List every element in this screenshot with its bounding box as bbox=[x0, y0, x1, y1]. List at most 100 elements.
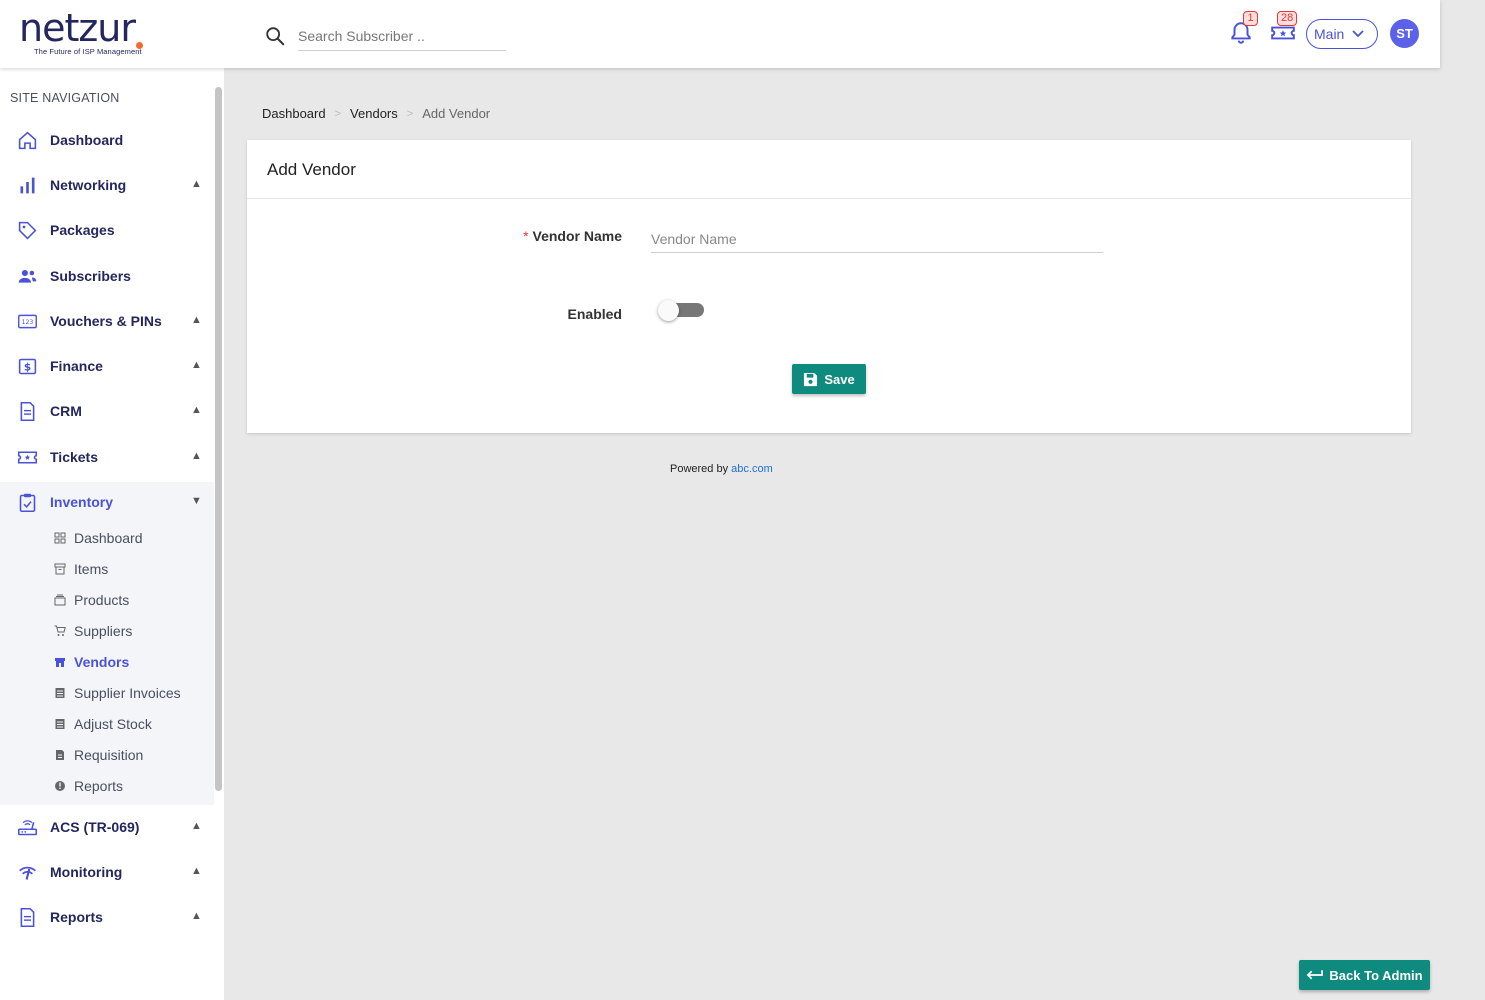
caret-up-icon: ▲ bbox=[191, 910, 202, 922]
workspace-select[interactable]: Main bbox=[1306, 19, 1378, 49]
save-button[interactable]: Save bbox=[792, 364, 866, 394]
caret-up-icon: ▲ bbox=[191, 450, 202, 462]
sidebar-subitem-supplier-invoices[interactable]: Supplier Invoices bbox=[54, 682, 181, 704]
vendor-name-label-text: Vendor Name bbox=[532, 228, 622, 244]
grid-icon bbox=[54, 532, 66, 544]
sidebar-subitem-label: Vendors bbox=[74, 654, 130, 670]
toggle-knob bbox=[658, 300, 679, 321]
page-title: Add Vendor bbox=[267, 160, 356, 179]
invoice-icon bbox=[55, 688, 65, 698]
sidebar-item-label: Networking bbox=[50, 177, 127, 193]
sidebar-subitem-label: Items bbox=[74, 561, 109, 577]
sidebar-item-acs[interactable]: ACS (TR-069) ▲ bbox=[0, 807, 214, 847]
sidebar-item-networking[interactable]: Networking ▲ bbox=[0, 165, 214, 205]
sidebar-item-crm[interactable]: CRM ▲ bbox=[0, 391, 214, 431]
add-vendor-card: Add Vendor *Vendor Name Enabled Save bbox=[247, 140, 1411, 433]
svg-text:$: $ bbox=[24, 361, 31, 373]
footer-link[interactable]: abc.com bbox=[731, 463, 773, 475]
search-input[interactable] bbox=[298, 22, 506, 51]
bar-chart-icon bbox=[20, 177, 35, 194]
required-mark: * bbox=[523, 228, 529, 244]
notifications-button[interactable]: 1 bbox=[1228, 11, 1258, 46]
file-icon bbox=[56, 750, 64, 760]
dollar-icon: $ bbox=[18, 358, 37, 375]
sidebar-subitem-items[interactable]: Items bbox=[54, 558, 108, 580]
breadcrumb-current: Add Vendor bbox=[422, 106, 491, 121]
breadcrumb-separator: > bbox=[406, 107, 414, 120]
breadcrumb-vendors[interactable]: Vendors bbox=[350, 106, 398, 121]
user-avatar[interactable]: ST bbox=[1390, 19, 1419, 48]
tag-icon bbox=[18, 221, 37, 240]
archive-icon bbox=[54, 563, 66, 575]
caret-up-icon: ▲ bbox=[191, 178, 202, 190]
sidebar-heading: SITE NAVIGATION bbox=[10, 91, 120, 105]
card-divider bbox=[247, 198, 1411, 199]
sidebar-subitem-label: Adjust Stock bbox=[74, 716, 152, 732]
sidebar-subitem-label: Suppliers bbox=[74, 623, 133, 639]
sidebar-subitem-requisition[interactable]: Requisition bbox=[54, 744, 143, 766]
search-bar bbox=[264, 22, 506, 51]
breadcrumb: Dashboard > Vendors > Add Vendor bbox=[262, 106, 490, 121]
sidebar-subitem-label: Requisition bbox=[74, 747, 144, 763]
vendor-name-input[interactable] bbox=[651, 226, 1103, 253]
chevron-down-icon bbox=[1352, 30, 1364, 38]
caret-down-icon: ▼ bbox=[191, 495, 202, 507]
breadcrumb-separator: > bbox=[334, 107, 342, 120]
clipboard-check-icon bbox=[19, 493, 36, 513]
sidebar-item-subscribers[interactable]: Subscribers bbox=[0, 256, 214, 296]
sidebar-item-label: Tickets bbox=[50, 449, 98, 465]
sidebar-subitem-label: Reports bbox=[74, 778, 124, 794]
sidebar-subitem-reports[interactable]: Reports bbox=[54, 775, 123, 797]
caret-up-icon: ▲ bbox=[191, 865, 202, 877]
sidebar-subitem-suppliers[interactable]: Suppliers bbox=[54, 620, 132, 642]
sidebar-item-vouchers[interactable]: 123 Vouchers & PINs ▲ bbox=[0, 301, 214, 341]
sidebar-subitem-label: Dashboard bbox=[74, 530, 143, 546]
sidebar-subitem-label: Supplier Invoices bbox=[74, 685, 181, 701]
enabled-label: Enabled bbox=[567, 306, 622, 322]
arrow-left-icon bbox=[1307, 970, 1324, 980]
info-icon bbox=[55, 781, 65, 791]
svg-text:123: 123 bbox=[22, 319, 34, 326]
sidebar-item-label: ACS (TR-069) bbox=[50, 819, 140, 835]
back-to-admin-button[interactable]: Back To Admin bbox=[1299, 960, 1430, 990]
enabled-toggle[interactable] bbox=[658, 300, 704, 321]
sidebar-item-label: Reports bbox=[50, 909, 103, 925]
stack-icon bbox=[54, 594, 66, 606]
tickets-button[interactable]: 28 bbox=[1270, 11, 1298, 46]
save-button-label: Save bbox=[824, 371, 855, 387]
sidebar-item-finance[interactable]: $ Finance ▲ bbox=[0, 346, 214, 386]
sidebar-item-label: Vouchers & PINs bbox=[50, 313, 162, 329]
sidebar-item-reports[interactable]: Reports ▲ bbox=[0, 897, 214, 937]
brand-logo[interactable]: netzur The Future of ISP Management bbox=[19, 6, 143, 56]
document-icon bbox=[20, 401, 35, 422]
sidebar-subitem-adjust-stock[interactable]: Adjust Stock bbox=[54, 713, 152, 735]
report-icon bbox=[20, 907, 35, 928]
signal-icon bbox=[19, 866, 36, 880]
footer: Powered by abc.com bbox=[670, 463, 773, 475]
sidebar-subitem-dashboard[interactable]: Dashboard bbox=[54, 527, 143, 549]
breadcrumb-dashboard[interactable]: Dashboard bbox=[262, 106, 326, 121]
sidebar-item-packages[interactable]: Packages bbox=[0, 210, 214, 250]
sidebar-item-label: Inventory bbox=[50, 494, 114, 510]
sidebar-subitem-vendors[interactable]: Vendors bbox=[54, 651, 129, 673]
brand-name: netzur bbox=[19, 6, 136, 50]
logo-dot bbox=[136, 42, 143, 49]
sidebar-subitem-products[interactable]: Products bbox=[54, 589, 129, 611]
sidebar-scrollbar[interactable] bbox=[215, 87, 222, 791]
sidebar-item-monitoring[interactable]: Monitoring ▲ bbox=[0, 852, 214, 892]
caret-up-icon: ▲ bbox=[191, 359, 202, 371]
router-icon bbox=[17, 820, 38, 836]
cart-icon bbox=[54, 625, 66, 636]
sidebar-item-inventory[interactable]: Inventory ▼ bbox=[0, 482, 214, 522]
list-icon bbox=[55, 719, 65, 729]
sidebar-item-label: Dashboard bbox=[50, 132, 124, 148]
search-icon[interactable] bbox=[264, 25, 286, 47]
sidebar-item-label: Monitoring bbox=[50, 864, 123, 880]
footer-text: Powered by bbox=[670, 463, 729, 475]
top-header: netzur The Future of ISP Management 1 28… bbox=[0, 0, 1440, 68]
notifications-badge: 1 bbox=[1243, 11, 1258, 26]
sidebar-subitem-label: Products bbox=[74, 592, 130, 608]
sidebar-item-tickets[interactable]: Tickets ▲ bbox=[0, 437, 214, 477]
sidebar-item-dashboard[interactable]: Dashboard bbox=[0, 120, 214, 160]
tickets-badge: 28 bbox=[1277, 11, 1298, 26]
